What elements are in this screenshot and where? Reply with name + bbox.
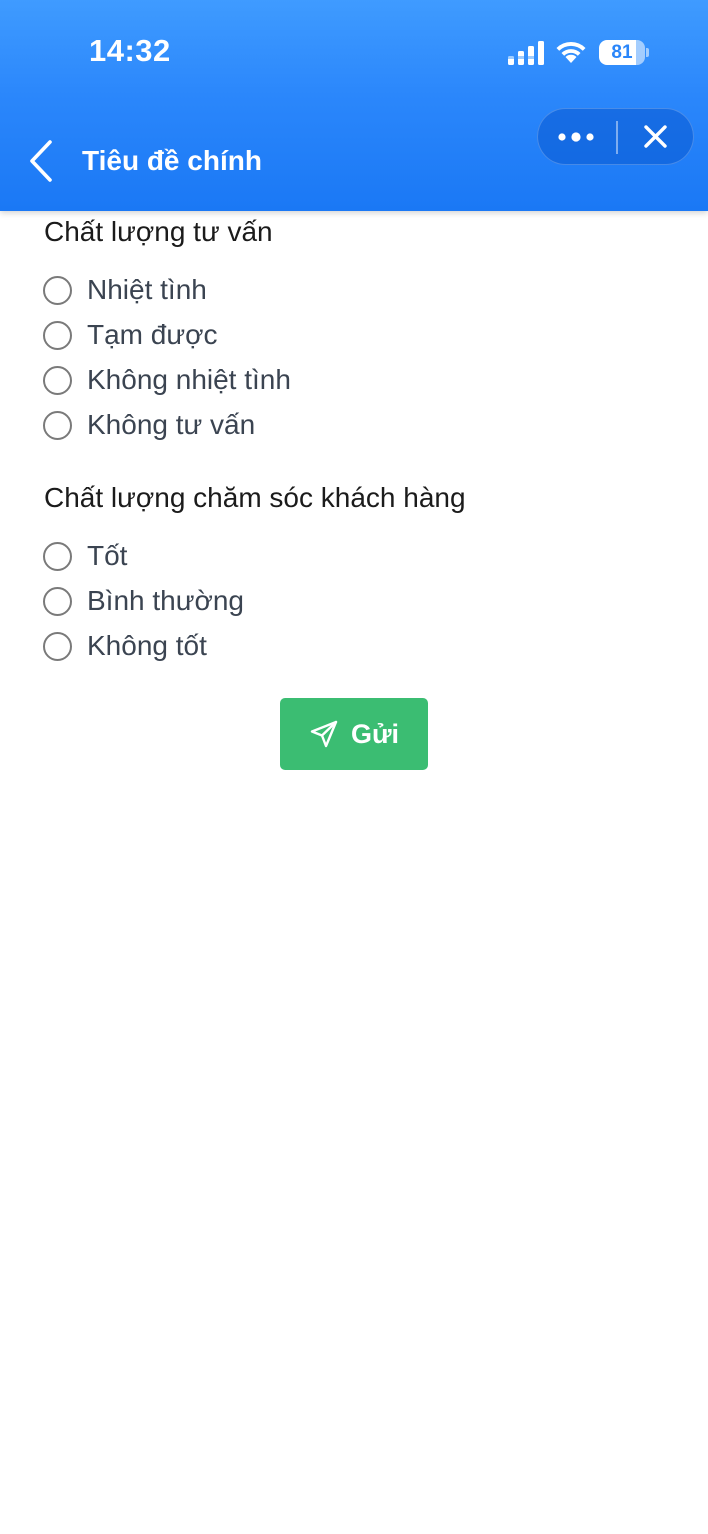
option-label: Tốt (87, 540, 128, 571)
screen: 14:32 81 Tiêu đề chính Chất lượng tư vấn… (0, 0, 708, 1534)
option-label: Bình thường (87, 585, 244, 616)
radio-option-nhiet-tinh[interactable]: Nhiệt tình (43, 270, 207, 310)
battery-level: 81 (611, 42, 633, 63)
mini-program-capsule (537, 108, 694, 165)
battery-icon: 81 (599, 40, 649, 65)
more-button[interactable] (538, 109, 615, 166)
radio-option-khong-tu-van[interactable]: Không tư vấn (43, 405, 255, 445)
option-label: Nhiệt tình (87, 274, 207, 305)
close-icon (644, 125, 667, 148)
option-label: Tạm được (87, 319, 218, 350)
more-horizontal-icon (558, 132, 594, 142)
page-title: Tiêu đề chính (82, 145, 262, 176)
wifi-icon (556, 41, 586, 63)
option-label: Không nhiệt tình (87, 364, 291, 395)
section-title-cham-soc: Chất lượng chăm sóc khách hàng (44, 482, 466, 513)
send-icon (310, 720, 338, 748)
radio-option-binh-thuong[interactable]: Bình thường (43, 581, 244, 621)
option-label: Không tốt (87, 630, 207, 661)
option-label: Không tư vấn (87, 409, 256, 440)
radio-button[interactable] (43, 320, 72, 350)
radio-button[interactable] (43, 410, 72, 440)
signal-icon (508, 41, 544, 65)
submit-label: Gửi (350, 718, 400, 749)
section-title-tu-van: Chất lượng tư vấn (44, 216, 273, 247)
radio-button[interactable] (43, 365, 72, 395)
submit-button[interactable]: Gửi (280, 698, 428, 770)
radio-button[interactable] (43, 586, 72, 616)
radio-option-tot[interactable]: Tốt (43, 536, 127, 576)
radio-button[interactable] (43, 631, 72, 661)
radio-option-khong-nhiet-tinh[interactable]: Không nhiệt tình (43, 360, 291, 400)
battery-tip (646, 48, 649, 57)
close-button[interactable] (618, 109, 695, 166)
status-time: 14:32 (89, 33, 171, 68)
radio-button[interactable] (43, 275, 72, 305)
chevron-left-icon[interactable] (26, 138, 56, 184)
radio-option-khong-tot[interactable]: Không tốt (43, 626, 207, 666)
battery-body: 81 (599, 40, 645, 65)
radio-button[interactable] (43, 541, 72, 571)
app-header: 14:32 81 Tiêu đề chính (0, 0, 708, 211)
radio-option-tam-duoc[interactable]: Tạm được (43, 315, 217, 355)
